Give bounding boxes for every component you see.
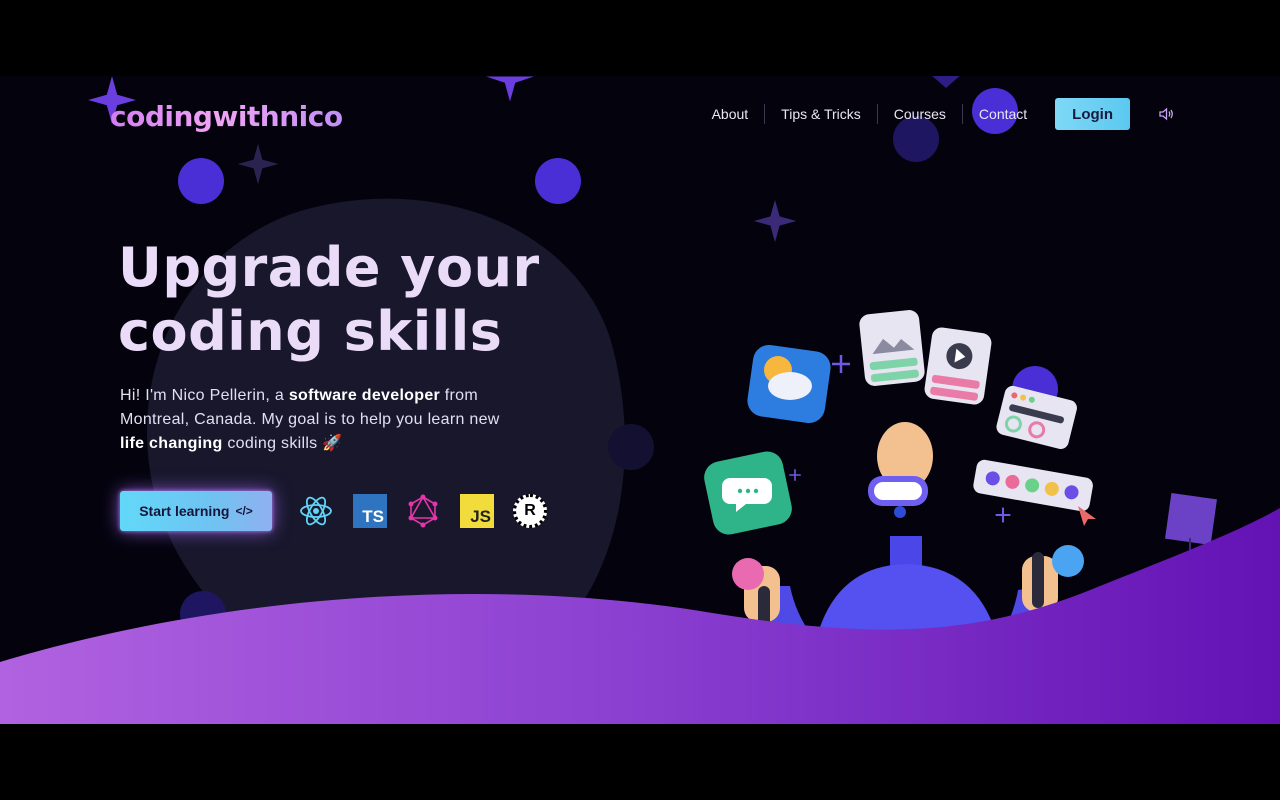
landing-page: codingwithnico About Tips & Tricks Cours… [0, 76, 1280, 724]
bottom-wave [0, 508, 1280, 724]
